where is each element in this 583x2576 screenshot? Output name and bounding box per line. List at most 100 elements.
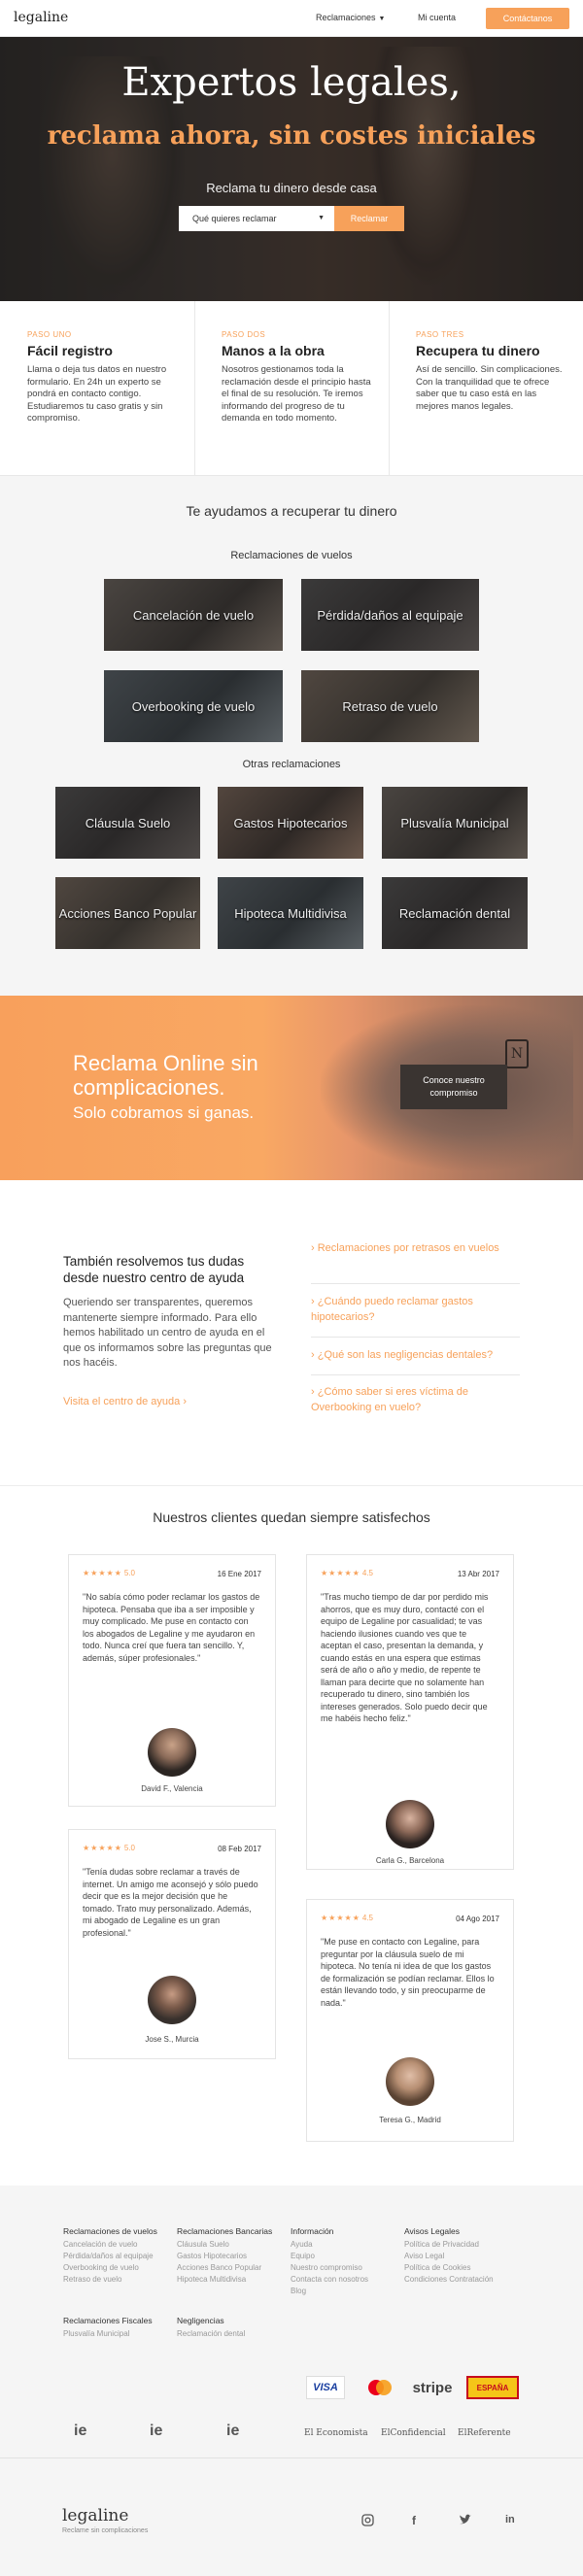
banner-line-3: Solo cobramos si ganas.: [73, 1103, 255, 1122]
tile-overbooking-vuelo[interactable]: Overbooking de vuelo: [104, 670, 283, 742]
tile-perdida-equipaje[interactable]: Pérdida/daños al equipaje: [301, 579, 479, 651]
footer-link[interactable]: Ayuda: [291, 2239, 407, 2251]
step-card: PASO TRES Recupera tu dinero Así de senc…: [416, 330, 571, 413]
footer-link[interactable]: Nuestro compromiso: [291, 2262, 407, 2274]
press-logo-ie: ie: [150, 2423, 163, 2439]
testimonial-author: Carla G., Barcelona: [375, 1856, 445, 1865]
tile-acciones-banco-popular[interactable]: Acciones Banco Popular: [55, 877, 200, 949]
tile-hipoteca-multidivisa[interactable]: Hipoteca Multidivisa: [218, 877, 363, 949]
chevron-down-icon: ▼: [378, 16, 386, 22]
footer-link[interactable]: Cláusula Suelo: [177, 2239, 293, 2251]
step-title: Fácil registro: [27, 343, 113, 358]
testimonial-author: David F., Valencia: [141, 1784, 203, 1793]
tile-clausula-suelo[interactable]: Cláusula Suelo: [55, 787, 200, 859]
testimonial-quote: "Tenía dudas sobre reclamar a través de …: [83, 1867, 258, 1938]
nav-reclamaciones[interactable]: Reclamaciones ▼: [316, 13, 385, 22]
linkedin-icon[interactable]: in: [505, 2514, 515, 2525]
divider: [194, 301, 195, 476]
avatar: [386, 1800, 434, 1848]
steps-section: PASO UNO Fácil registro Llama o deja tus…: [0, 301, 583, 476]
faq-item[interactable]: › Reclamaciones por retrasos en vuelos: [311, 1241, 520, 1284]
faq-body: Queriendo ser transparentes, queremos ma…: [63, 1297, 272, 1369]
footer-link[interactable]: Blog: [291, 2286, 407, 2297]
star-icons: ★★★★★: [321, 1569, 360, 1577]
footer-logo[interactable]: legaline: [62, 2506, 128, 2525]
nav-reclamaciones-label: Reclamaciones: [316, 13, 376, 22]
star-icons: ★★★★★: [83, 1844, 122, 1852]
instagram-icon[interactable]: [361, 2514, 374, 2529]
compromiso-button[interactable]: Conoce nuestro compromiso: [400, 1065, 507, 1109]
divider: [0, 1485, 583, 1486]
tile-reclamacion-dental[interactable]: Reclamación dental: [382, 877, 528, 949]
testimonial-date: 13 Abr 2017: [457, 1570, 499, 1578]
avatar: [148, 1976, 196, 2024]
footer-link[interactable]: Aviso Legal: [404, 2251, 521, 2262]
footer-column: Negligencias Reclamación dental: [177, 2316, 293, 2340]
star-icons: ★★★★★: [321, 1914, 360, 1922]
footer-link[interactable]: Pérdida/daños al equipaje: [63, 2251, 180, 2262]
tile-gastos-hipotecarios[interactable]: Gastos Hipotecarios: [218, 787, 363, 859]
reclamar-button[interactable]: Reclamar: [334, 206, 404, 231]
contact-button[interactable]: Contáctanos: [486, 8, 569, 29]
help-center-link[interactable]: Visita el centro de ayuda ›: [63, 1396, 187, 1407]
facebook-icon[interactable]: f: [412, 2514, 416, 2527]
step-card: PASO DOS Manos a la obra Nosotros gestio…: [222, 330, 377, 425]
testimonial-date: 04 Ago 2017: [456, 1915, 499, 1923]
testimonial-date: 16 Ene 2017: [217, 1570, 261, 1578]
tile-plusvalia-municipal[interactable]: Plusvalía Municipal: [382, 787, 528, 859]
divider: [0, 2457, 583, 2458]
banner-line-1: Reclama Online sin: [73, 1051, 258, 1075]
footer-link[interactable]: Cancelación de vuelo: [63, 2239, 180, 2251]
press-logo-ie: ie: [74, 2423, 87, 2439]
site-logo[interactable]: legaline: [14, 10, 68, 25]
step-body: Nosotros gestionamos toda la reclamación…: [222, 364, 371, 424]
footer-link[interactable]: Gastos Hipotecarios: [177, 2251, 293, 2262]
footer-link[interactable]: Plusvalía Municipal: [63, 2328, 180, 2340]
twitter-icon[interactable]: [459, 2514, 472, 2528]
tile-retraso-vuelo[interactable]: Retraso de vuelo: [301, 670, 479, 742]
footer-heading: Reclamaciones Bancarias: [177, 2226, 273, 2236]
testimonials-heading: Nuestros clientes quedan siempre satisfe…: [153, 1509, 430, 1525]
tile-cancelacion-vuelo[interactable]: Cancelación de vuelo: [104, 579, 283, 651]
press-logo-ie: ie: [226, 2423, 240, 2439]
banner-line-2: complicaciones.: [73, 1075, 225, 1100]
step-card: PASO UNO Fácil registro Llama o deja tus…: [27, 330, 183, 425]
footer-link[interactable]: Overbooking de vuelo: [63, 2262, 180, 2274]
footer-column: Información Ayuda Equipo Nuestro comprom…: [291, 2226, 407, 2297]
testimonial-card: ★★★★★ 4.5 04 Ago 2017 "Me puse en contact…: [306, 1899, 514, 2142]
footer-heading: Negligencias: [177, 2316, 224, 2325]
avatar: [148, 1728, 196, 1777]
step-body: Así de sencillo. Sin complicaciones. Con…: [416, 364, 563, 412]
press-logo-eleconomista: El Economista: [304, 2428, 368, 2438]
step-kicker: PASO UNO: [27, 330, 72, 339]
footer-link[interactable]: Contacta con nosotros: [291, 2274, 407, 2286]
footer-link[interactable]: Acciones Banco Popular: [177, 2262, 293, 2274]
faq-item[interactable]: › ¿Qué son las negligencias dentales?: [311, 1348, 520, 1375]
claim-type-select-value: Qué quieres reclamar: [192, 214, 277, 223]
footer-link[interactable]: Condiciones Contratación: [404, 2274, 521, 2286]
others-heading: Otras reclamaciones: [242, 759, 341, 770]
footer-link[interactable]: Política de Privacidad: [404, 2239, 521, 2251]
avatar: [386, 2057, 434, 2106]
footer-link[interactable]: Reclamación dental: [177, 2328, 293, 2340]
faq-title: También resolvemos tus dudas desde nuest…: [63, 1254, 245, 1285]
nav-mi-cuenta[interactable]: Mi cuenta: [418, 13, 456, 22]
testimonial-quote: "No sabía cómo poder reclamar los gastos…: [83, 1592, 260, 1663]
step-title: Manos a la obra: [222, 343, 325, 358]
stripe-logo: stripe: [412, 2379, 453, 2396]
footer-heading: Avisos Legales: [404, 2226, 461, 2236]
rating-score: 5.0: [123, 1844, 135, 1852]
footer-link[interactable]: Retraso de vuelo: [63, 2274, 180, 2286]
footer-link[interactable]: Hipoteca Multidivisa: [177, 2274, 293, 2286]
testimonial-author: Teresa G., Madrid: [379, 2116, 441, 2124]
rating-score: 5.0: [123, 1569, 135, 1577]
step-kicker: PASO TRES: [416, 330, 464, 339]
claim-type-select[interactable]: Qué quieres reclamar ▼: [179, 206, 334, 231]
footer-link[interactable]: Política de Cookies: [404, 2262, 521, 2274]
footer-column: Reclamaciones Fiscales Plusvalía Municip…: [63, 2316, 180, 2340]
top-navbar: legaline Reclamaciones ▼ Mi cuenta Contác…: [0, 0, 583, 37]
faq-item[interactable]: › ¿Cuándo puedo reclamar gastos hipoteca…: [311, 1295, 520, 1338]
footer-link[interactable]: Equipo: [291, 2251, 407, 2262]
hero-subtitle: reclama ahora, sin costes iniciales: [47, 121, 536, 151]
faq-item[interactable]: › ¿Cómo saber si eres víctima de Overboo…: [311, 1385, 520, 1428]
